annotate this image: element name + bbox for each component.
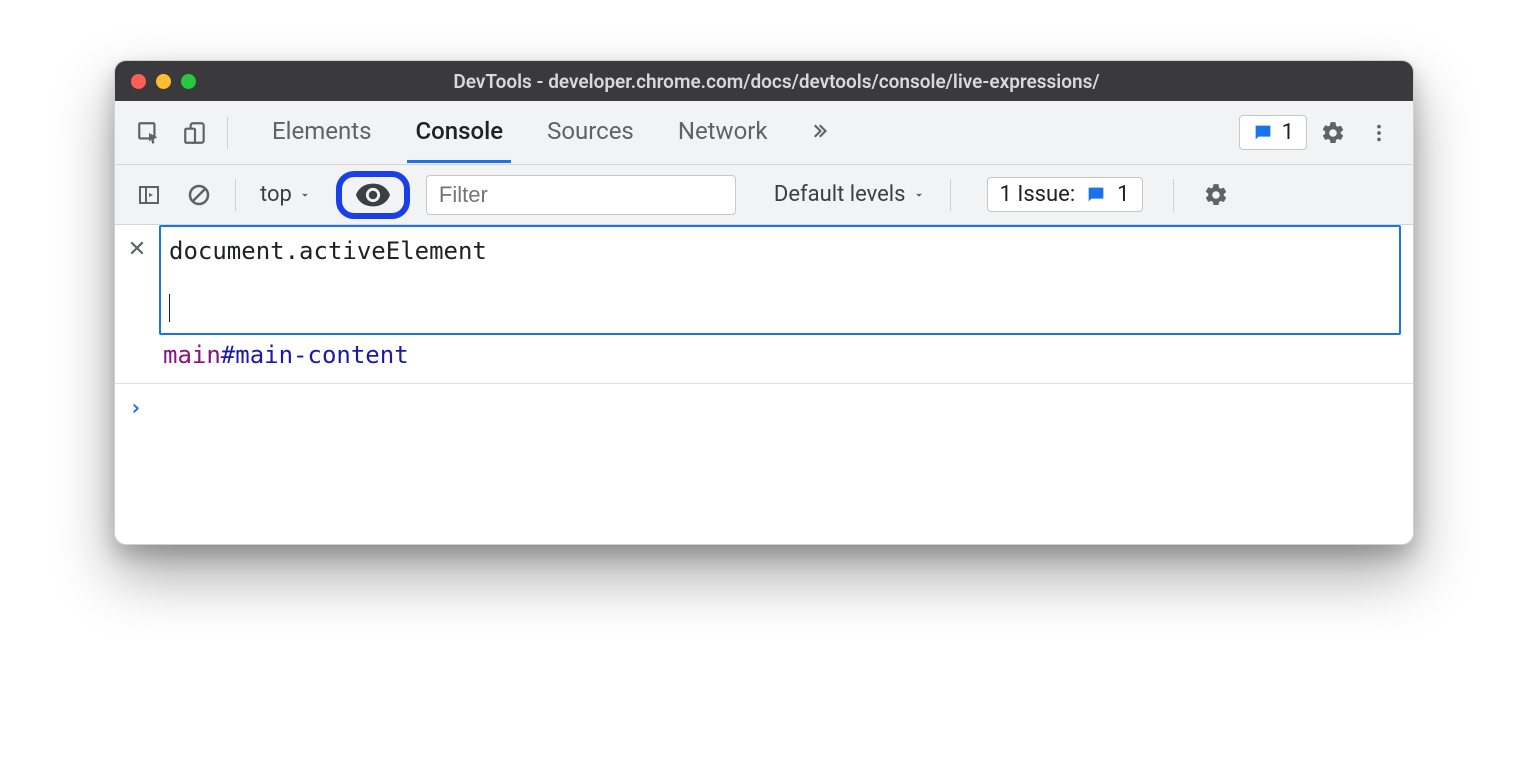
chat-icon: [1252, 122, 1274, 144]
divider: [235, 179, 236, 211]
main-tabs-row: Elements Console Sources Network 1: [115, 101, 1413, 165]
console-prompt-row[interactable]: ›: [115, 384, 1413, 544]
context-selector[interactable]: top: [252, 178, 320, 211]
dropdown-icon: [912, 188, 926, 202]
live-expression-area: ✕ document.activeElement main#main-conte…: [115, 225, 1413, 384]
more-menu-icon[interactable]: [1359, 113, 1399, 153]
live-expression-result[interactable]: main#main-content: [159, 335, 1401, 383]
messages-button[interactable]: 1: [1239, 115, 1307, 150]
filter-input[interactable]: [426, 175, 736, 215]
prompt-caret-icon: ›: [129, 396, 142, 421]
tab-elements[interactable]: Elements: [250, 101, 393, 165]
devtools-window: DevTools - developer.chrome.com/docs/dev…: [114, 60, 1414, 545]
log-levels-label: Default levels: [774, 182, 906, 207]
result-tag: main: [163, 341, 221, 369]
text-cursor: [169, 294, 170, 322]
console-toolbar: top Default levels 1 Issue: 1: [115, 165, 1413, 225]
context-label: top: [260, 182, 292, 207]
result-id: #main-content: [221, 341, 409, 369]
messages-count: 1: [1282, 120, 1294, 145]
device-toolbar-icon[interactable]: [175, 113, 215, 153]
tab-overflow-icon[interactable]: [790, 101, 846, 165]
dropdown-icon: [298, 188, 312, 202]
issues-button[interactable]: 1 Issue: 1: [987, 177, 1143, 212]
issues-count: 1: [1117, 182, 1129, 207]
live-expression-button-highlight: [336, 171, 410, 219]
divider: [950, 179, 951, 211]
tab-sources[interactable]: Sources: [525, 101, 656, 165]
close-window-button[interactable]: [131, 74, 146, 89]
create-live-expression-icon[interactable]: [356, 183, 390, 207]
issues-label: 1 Issue:: [1000, 182, 1076, 207]
live-expression-text: document.activeElement: [169, 237, 487, 265]
tab-network[interactable]: Network: [656, 101, 790, 165]
tab-console[interactable]: Console: [393, 101, 525, 165]
console-sidebar-toggle-icon[interactable]: [129, 175, 169, 215]
panel-tabs: Elements Console Sources Network: [250, 101, 846, 165]
settings-icon[interactable]: [1313, 113, 1353, 153]
divider: [1173, 179, 1174, 211]
live-expression-input[interactable]: document.activeElement: [159, 225, 1401, 335]
window-title: DevTools - developer.chrome.com/docs/dev…: [156, 70, 1397, 93]
chat-icon: [1085, 184, 1107, 206]
remove-live-expression-icon[interactable]: ✕: [115, 225, 159, 262]
titlebar: DevTools - developer.chrome.com/docs/dev…: [115, 61, 1413, 101]
clear-console-icon[interactable]: [179, 175, 219, 215]
divider: [227, 117, 228, 149]
inspect-element-icon[interactable]: [129, 113, 169, 153]
console-settings-icon[interactable]: [1196, 175, 1236, 215]
log-levels-selector[interactable]: Default levels: [766, 178, 934, 211]
